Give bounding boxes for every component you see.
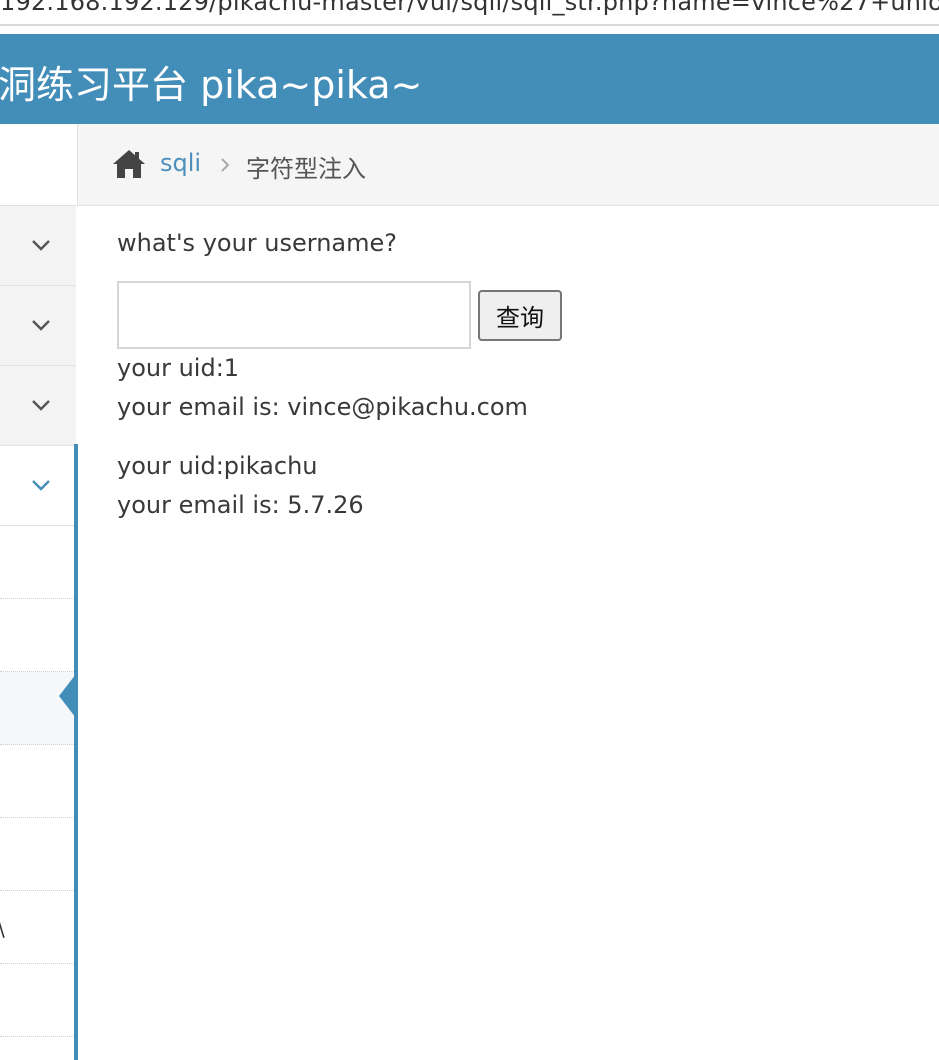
query-button[interactable]: 查询 [478,290,562,341]
sidebar-submenu-item-7[interactable] [0,964,76,1037]
chevron-down-icon [32,320,50,331]
result-block-1: your uid:1 your email is: vince@pikachu.… [117,349,528,427]
chevron-down-icon [32,400,50,411]
result-uid: your uid:pikachu [117,452,318,480]
submenu-label-fragment: \ [0,917,5,941]
result-uid: your uid:1 [117,354,240,382]
chevron-down-icon [32,240,50,251]
breadcrumb-current: 字符型注入 [246,155,366,183]
sidebar-menu-item-2[interactable] [0,286,76,366]
username-input[interactable] [117,281,471,349]
breadcrumb: sqli 字符型注入 [77,124,939,206]
sidebar-submenu-item-6[interactable]: \ [0,891,76,964]
breadcrumb-link-sqli[interactable]: sqli [160,149,201,177]
main-content: what's your username? 查询 your uid:1 your… [78,206,939,1060]
sidebar-menu-item-sqli[interactable] [0,446,76,526]
sidebar-menu-item-1[interactable] [0,206,76,286]
sidebar-menu-item-3[interactable] [0,366,76,446]
sidebar-submenu-item-5[interactable] [0,818,76,891]
brand-title[interactable]: 洞练习平台 pika~pika~ [0,54,422,109]
top-navbar: 洞练习平台 pika~pika~ [0,34,939,124]
sidebar-submenu-item-2[interactable] [0,599,76,672]
sidebar-submenu-item-4[interactable] [0,745,76,818]
address-url[interactable]: 192.168.192.129/pikachu-master/vul/sqli/… [0,0,939,16]
username-prompt: what's your username? [117,229,398,257]
chevron-down-icon [32,480,50,491]
result-block-2: your uid:pikachu your email is: 5.7.26 [117,447,364,525]
home-icon [113,150,145,178]
sidebar-submenu-item-1[interactable] [0,526,76,599]
result-email: your email is: vince@pikachu.com [117,393,528,421]
sidebar-shortcuts [0,124,76,206]
chevron-right-icon [221,158,230,172]
browser-address-bar[interactable]: 192.168.192.129/pikachu-master/vul/sqli/… [0,0,939,26]
active-item-arrow [59,674,76,718]
sidebar: \ [0,124,76,1060]
result-email: your email is: 5.7.26 [117,491,364,519]
